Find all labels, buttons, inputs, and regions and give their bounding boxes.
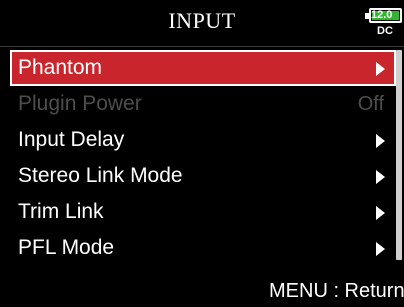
- scrollbar-thumb[interactable]: [396, 50, 402, 260]
- submenu-arrow-icon: [376, 242, 385, 256]
- menu-item-input-delay[interactable]: Input Delay: [10, 122, 396, 158]
- menu-item-trim-link[interactable]: Trim Link: [10, 194, 396, 230]
- menu-item-stereo-link-mode[interactable]: Stereo Link Mode: [10, 158, 396, 194]
- menu-item-label: Plugin Power: [18, 92, 142, 115]
- battery-indicator: 12.0 DC: [362, 5, 404, 39]
- device-screen: INPUT 12.0 DC Phantom Plugin Power Off I…: [0, 0, 404, 307]
- input-menu-list: Phantom Plugin Power Off Input Delay Ste…: [10, 50, 396, 266]
- title-divider: [0, 46, 404, 47]
- menu-item-phantom[interactable]: Phantom: [10, 50, 396, 86]
- title-bar: INPUT 12.0 DC: [0, 0, 404, 44]
- battery-voltage: 12.0: [371, 9, 393, 21]
- menu-item-label: Phantom: [18, 56, 103, 79]
- menu-item-label: Stereo Link Mode: [18, 164, 183, 187]
- submenu-arrow-icon: [376, 170, 385, 184]
- menu-item-value: Off: [357, 93, 384, 115]
- menu-item-label: Trim Link: [18, 200, 104, 223]
- footer-bar: MENU : Return: [0, 276, 404, 307]
- power-source-label: DC: [377, 25, 393, 37]
- menu-return-hint: MENU : Return: [269, 280, 404, 302]
- menu-item-label: PFL Mode: [18, 236, 115, 259]
- submenu-arrow-icon: [376, 206, 385, 220]
- menu-scrollbar[interactable]: [396, 50, 402, 260]
- page-title: INPUT: [168, 8, 236, 33]
- submenu-arrow-icon: [376, 62, 385, 76]
- menu-item-plugin-power: Plugin Power Off: [10, 86, 396, 122]
- submenu-arrow-icon: [376, 134, 385, 148]
- menu-item-pfl-mode[interactable]: PFL Mode: [10, 230, 396, 266]
- menu-item-label: Input Delay: [18, 128, 125, 151]
